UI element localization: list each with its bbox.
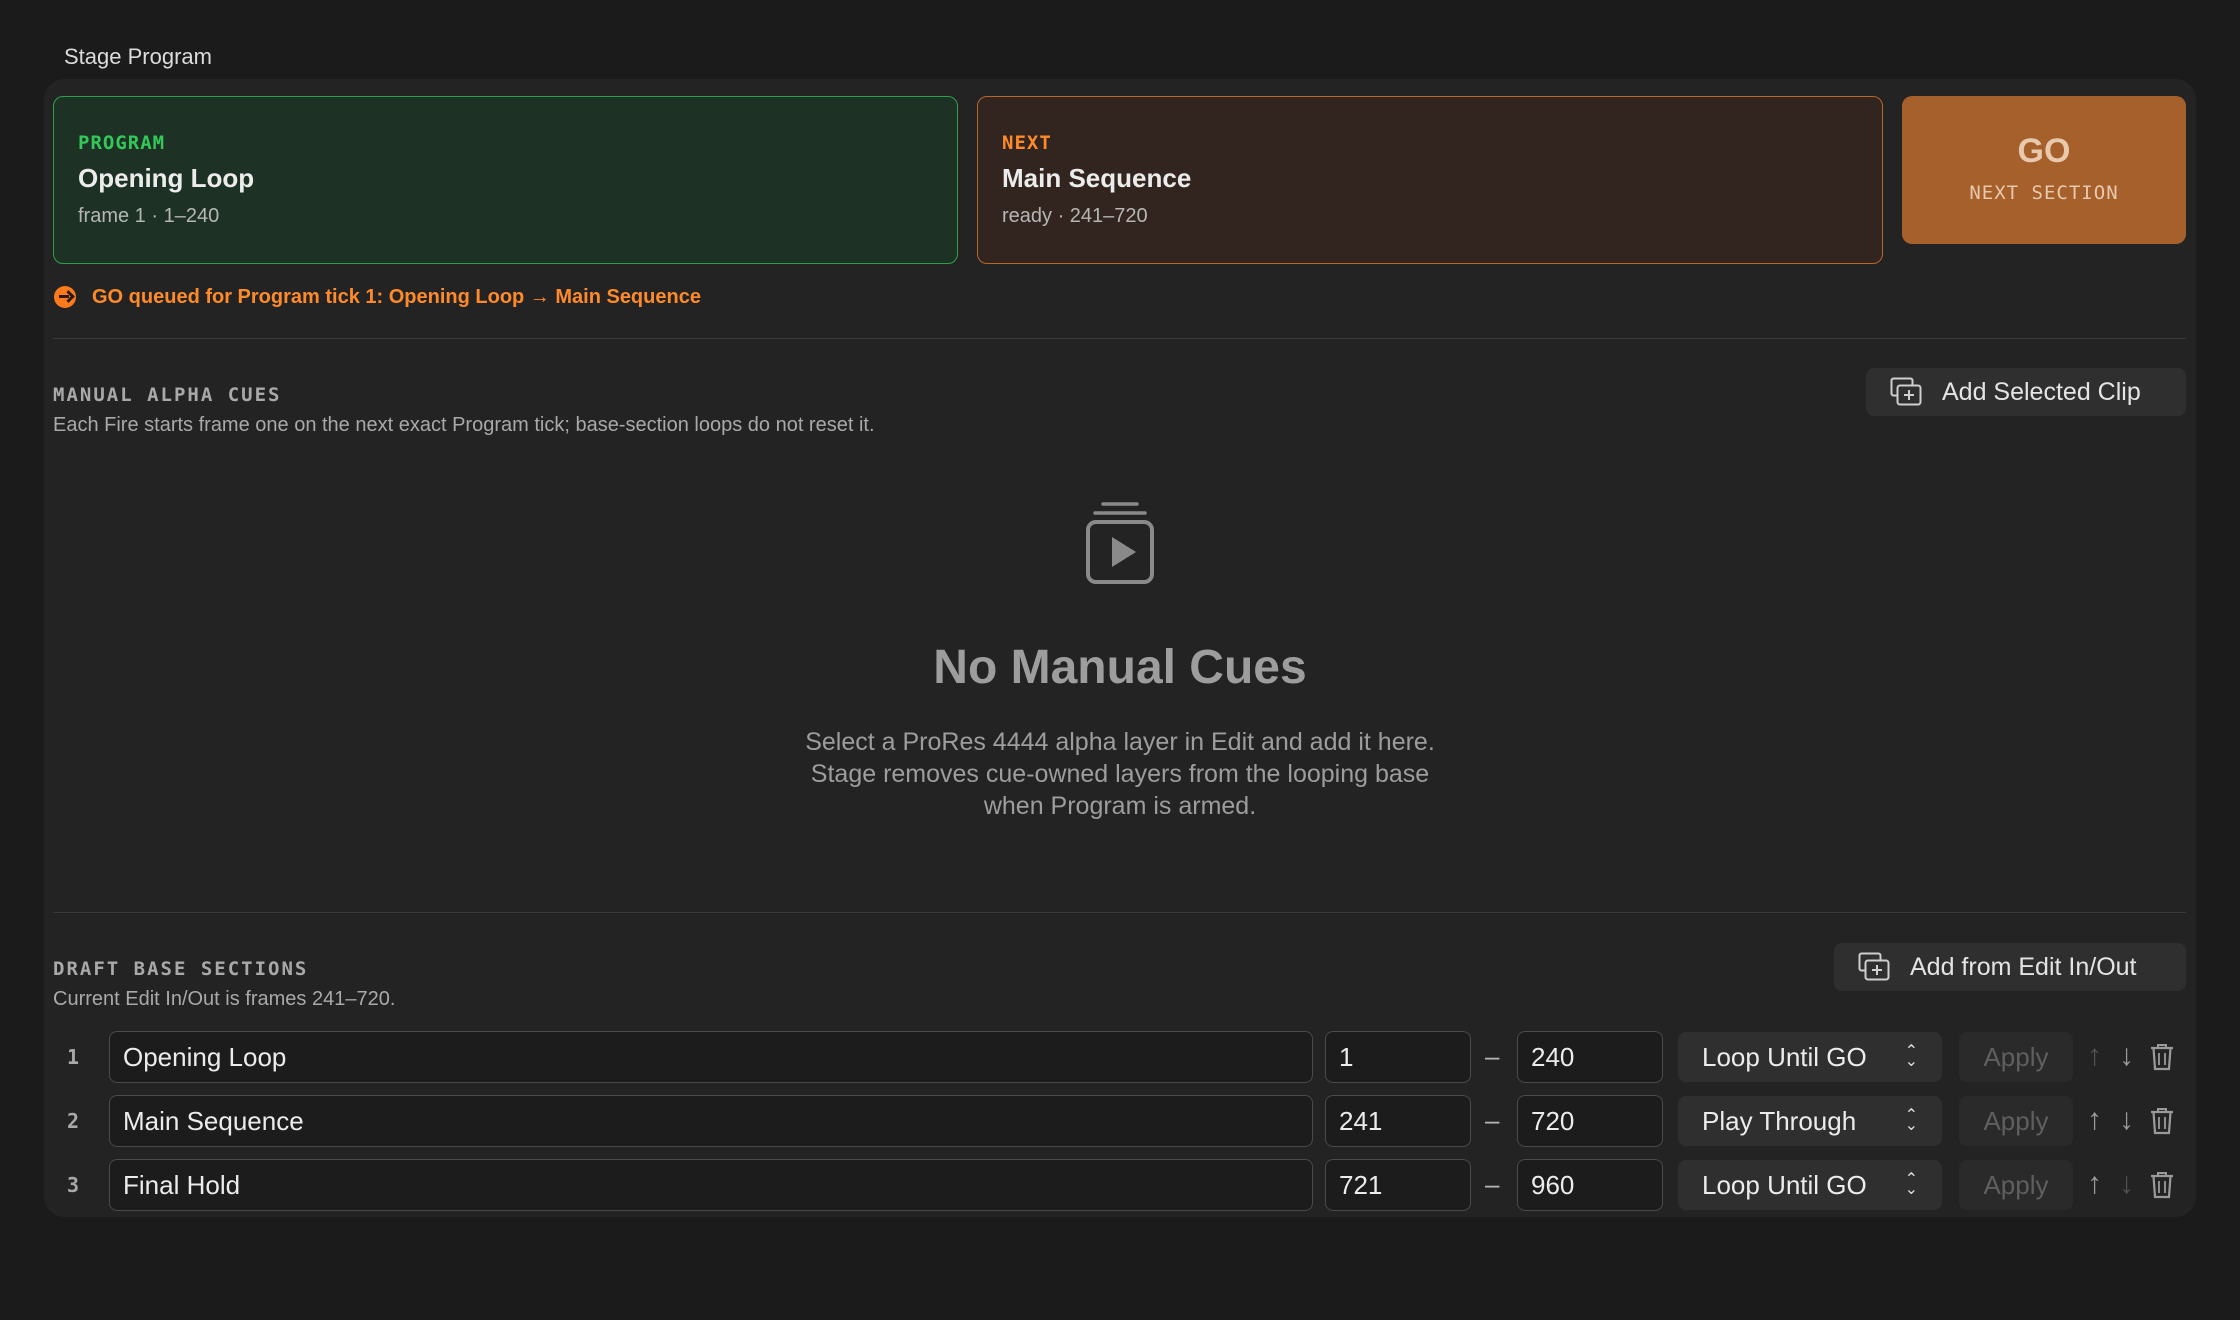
move-up-icon[interactable]: ↑ xyxy=(2087,1039,2102,1073)
empty-state-title: No Manual Cues xyxy=(933,641,1307,694)
next-kicker: NEXT xyxy=(1002,132,1052,154)
range-dash: – xyxy=(1485,1169,1500,1199)
go-button[interactable]: GO NEXT SECTION xyxy=(1902,96,2186,244)
program-card: PROGRAM Opening Loop frame 1 · 1–240 xyxy=(53,96,958,264)
go-queued-message: GO queued for Program tick 1: Opening Lo… xyxy=(54,284,701,310)
section-out-field[interactable]: 240 xyxy=(1517,1031,1663,1083)
move-up-icon[interactable]: ↑ xyxy=(2087,1103,2102,1137)
chevron-up-down-icon: ⌃ ⌄ xyxy=(1904,1107,1918,1134)
empty-state-text: Select a ProRes 4444 alpha layer in Edit… xyxy=(720,726,1520,822)
apply-button[interactable]: Apply xyxy=(1959,1160,2073,1210)
add-from-edit-in-out-button[interactable]: Add from Edit In/Out xyxy=(1834,943,2186,991)
program-kicker: PROGRAM xyxy=(78,132,166,154)
section-row: 1 Opening Loop 1 – 240 Loop Until GO ⌃ ⌄ … xyxy=(53,1031,2193,1083)
program-status: frame 1 · 1–240 xyxy=(78,205,220,227)
base-sections-heading: DRAFT BASE SECTIONS xyxy=(53,958,309,980)
section-row: 2 Main Sequence 241 – 720 Play Through ⌃… xyxy=(53,1095,2193,1147)
section-mode-select[interactable]: Play Through ⌃ ⌄ xyxy=(1678,1096,1942,1146)
section-in-field[interactable]: 241 xyxy=(1325,1095,1471,1147)
apply-button[interactable]: Apply xyxy=(1959,1032,2073,1082)
program-name: Opening Loop xyxy=(78,163,255,193)
chevron-up-down-icon: ⌃ ⌄ xyxy=(1904,1043,1918,1070)
section-in-field[interactable]: 1 xyxy=(1325,1031,1471,1083)
next-name: Main Sequence xyxy=(1002,163,1192,193)
section-out-field[interactable]: 960 xyxy=(1517,1159,1663,1211)
section-mode-value: Loop Until GO xyxy=(1702,1041,1867,1072)
add-clip-icon xyxy=(1858,952,1890,981)
move-down-icon[interactable]: ↓ xyxy=(2119,1103,2134,1137)
section-mode-select[interactable]: Loop Until GO ⌃ ⌄ xyxy=(1678,1032,1942,1082)
add-from-edit-label: Add from Edit In/Out xyxy=(1910,952,2137,981)
section-index: 2 xyxy=(67,1109,80,1133)
go-sublabel: NEXT SECTION xyxy=(1969,182,2119,204)
add-clip-icon xyxy=(1890,377,1922,406)
move-up-icon[interactable]: ↑ xyxy=(2087,1167,2102,1201)
section-row: 3 Final Hold 721 – 960 Loop Until GO ⌃ ⌄ … xyxy=(53,1159,2193,1211)
section-mode-value: Play Through xyxy=(1702,1105,1857,1136)
divider xyxy=(53,338,2186,339)
chevron-up-down-icon: ⌃ ⌄ xyxy=(1904,1171,1918,1198)
go-queued-text: GO queued for Program tick 1: Opening Lo… xyxy=(92,285,701,308)
section-index: 1 xyxy=(67,1045,80,1069)
group-title: Stage Program xyxy=(64,44,212,69)
section-out-field[interactable]: 720 xyxy=(1517,1095,1663,1147)
go-label: GO xyxy=(2017,132,2071,170)
move-down-icon[interactable]: ↓ xyxy=(2119,1039,2134,1073)
section-index: 3 xyxy=(67,1173,80,1197)
trash-icon[interactable] xyxy=(2150,1043,2174,1071)
section-name-field[interactable]: Final Hold xyxy=(109,1159,1313,1211)
manual-cues-heading: MANUAL ALPHA CUES xyxy=(53,384,282,406)
base-sections-note: Current Edit In/Out is frames 241–720. xyxy=(53,988,396,1010)
trash-icon[interactable] xyxy=(2150,1107,2174,1135)
empty-state-line: when Program is armed. xyxy=(983,792,1257,820)
manual-cues-note: Each Fire starts frame one on the next e… xyxy=(53,414,875,436)
add-selected-clip-button[interactable]: Add Selected Clip xyxy=(1866,368,2186,416)
section-name-field[interactable]: Main Sequence xyxy=(109,1095,1313,1147)
apply-button[interactable]: Apply xyxy=(1959,1096,2073,1146)
section-mode-select[interactable]: Loop Until GO ⌃ ⌄ xyxy=(1678,1160,1942,1210)
add-selected-clip-label: Add Selected Clip xyxy=(1942,377,2141,406)
move-down-icon[interactable]: ↓ xyxy=(2119,1167,2134,1201)
range-dash: – xyxy=(1485,1105,1500,1135)
section-mode-value: Loop Until GO xyxy=(1702,1169,1867,1200)
empty-state-line: Stage removes cue-owned layers from the … xyxy=(810,760,1430,788)
next-card: NEXT Main Sequence ready · 241–720 xyxy=(977,96,1883,264)
clip-stack-play-icon xyxy=(1086,502,1154,584)
empty-state-line: Select a ProRes 4444 alpha layer in Edit… xyxy=(805,728,1435,756)
section-name-field[interactable]: Opening Loop xyxy=(109,1031,1313,1083)
arrow-circle-icon xyxy=(54,286,76,308)
divider xyxy=(53,912,2186,913)
range-dash: – xyxy=(1485,1041,1500,1071)
trash-icon[interactable] xyxy=(2150,1171,2174,1199)
section-in-field[interactable]: 721 xyxy=(1325,1159,1471,1211)
next-status: ready · 241–720 xyxy=(1002,205,1148,227)
